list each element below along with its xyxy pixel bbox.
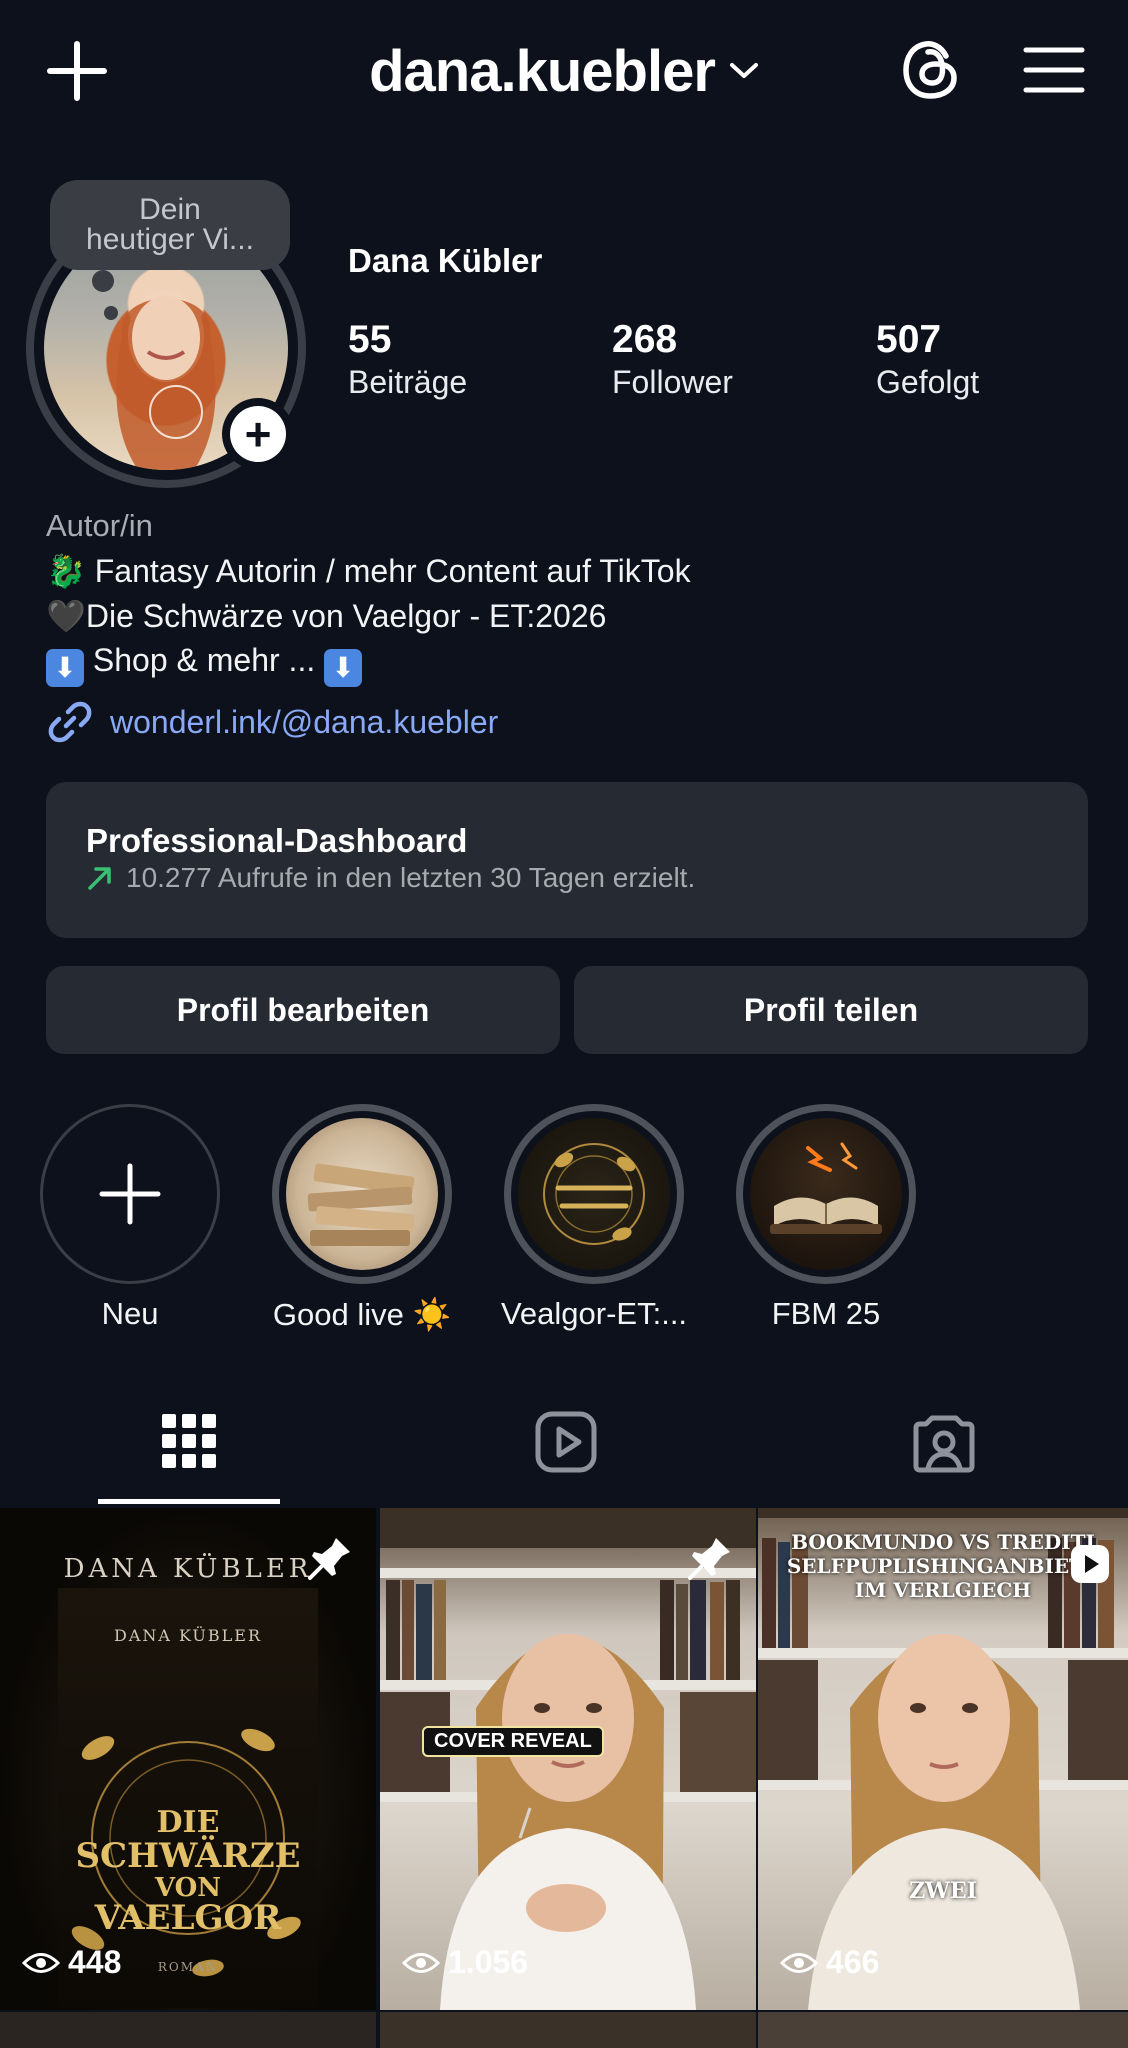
- highlight-cover-books: [286, 1118, 438, 1270]
- tab-posts[interactable]: [158, 1410, 220, 1477]
- dashboard-subtitle-row: 10.277 Aufrufe in den letzten 30 Tagen e…: [86, 862, 695, 894]
- threads-button[interactable]: [896, 34, 968, 106]
- reels-icon: [535, 1411, 597, 1473]
- books-icon: [307, 1163, 415, 1246]
- note-tail-small: [104, 306, 118, 320]
- arrow-down-icon: ⬇: [46, 649, 84, 687]
- book-title-2: SCHWÄRZE: [75, 1836, 301, 1876]
- edit-profile-button[interactable]: Profil bearbeiten: [46, 966, 560, 1054]
- post-views-count: 466: [826, 1944, 880, 1980]
- threads-icon: [903, 41, 957, 99]
- bio-line-2: 🖤Die Schwärze von Vaelgor - ET:2026: [46, 598, 607, 634]
- post-views-count: 448: [68, 1944, 122, 1980]
- highlight-label: FBM 25: [771, 1296, 881, 1331]
- book-cover-icon: [543, 1143, 645, 1245]
- reel-icon: [1071, 1545, 1109, 1583]
- stat-label: Gefolgt: [876, 364, 980, 400]
- post-tile[interactable]: BOOKMUNDO VS TREDITI SELFPUPLISHINGANBIE…: [758, 1508, 1128, 2010]
- book-author-small: DANA KÜBLER: [114, 1626, 262, 1645]
- overlay-label: ZWEI: [909, 1878, 977, 1904]
- professional-dashboard[interactable]: [46, 782, 1088, 938]
- bio-link[interactable]: wonderl.ink/@dana.kuebler: [46, 698, 498, 746]
- display-name: Dana Kübler: [348, 242, 543, 279]
- post-tile-partial[interactable]: [0, 2012, 376, 2048]
- post-views: 466: [780, 1944, 879, 1981]
- profile-category: Autor/in: [46, 508, 153, 543]
- trend-up-icon: [88, 867, 111, 890]
- tagged-icon: [913, 1415, 975, 1473]
- post-views: 1.056: [402, 1944, 528, 1981]
- pin-icon: [308, 1538, 350, 1580]
- post-views-count: 1.056: [448, 1944, 529, 1980]
- pin-icon: [688, 1538, 730, 1580]
- book-title-4: VAELGOR: [94, 1898, 282, 1938]
- grid-icon: [162, 1414, 216, 1468]
- tab-tagged[interactable]: [912, 1410, 976, 1479]
- stat-value: 268: [612, 318, 678, 361]
- bio-line-3: ⬇ Shop & mehr ... ⬇: [46, 642, 363, 687]
- note-bubble[interactable]: Dein heutiger Vi...: [50, 180, 290, 270]
- post-tile-partial[interactable]: [758, 2012, 1128, 2048]
- dashboard-title: Professional-Dashboard: [86, 822, 468, 859]
- username: dana.kuebler: [369, 38, 716, 104]
- video-thumbnail: [380, 1508, 756, 2010]
- stat-value: 55: [348, 318, 392, 361]
- highlight-cover-vaelgor: [518, 1118, 670, 1270]
- note-line-2: heutiger Vi...: [86, 223, 254, 256]
- eye-icon: [780, 1952, 818, 1973]
- stat-posts[interactable]: 55 Beiträge: [348, 318, 467, 402]
- tab-active-indicator: [98, 1499, 280, 1504]
- bio-line-1: 🐉 Fantasy Autorin / mehr Content auf Tik…: [46, 553, 691, 589]
- chevron-down-icon: [729, 63, 758, 78]
- link-icon: [48, 701, 92, 743]
- dashboard-subtitle: 10.277 Aufrufe in den letzten 30 Tagen e…: [126, 862, 696, 893]
- plus-icon: [99, 1163, 161, 1225]
- open-book-icon: [770, 1142, 882, 1234]
- highlight-label: Good live ☀️: [272, 1297, 452, 1332]
- plus-icon: +: [230, 406, 286, 462]
- book-title-1: DIE: [156, 1805, 220, 1840]
- eye-icon: [22, 1952, 60, 1973]
- overlay-label: COVER REVEAL: [422, 1726, 604, 1757]
- bio-line-3-text: Shop & mehr ...: [92, 642, 316, 678]
- note-tail: [92, 270, 114, 292]
- eye-icon: [402, 1952, 440, 1973]
- stat-following[interactable]: 507 Gefolgt: [876, 318, 979, 402]
- menu-button[interactable]: [1022, 40, 1086, 100]
- post-tile[interactable]: COVER REVEAL 1.056: [380, 1508, 756, 2010]
- post-views: 448: [22, 1944, 121, 1981]
- menu-icon: [1023, 47, 1085, 93]
- stat-followers[interactable]: 268 Follower: [612, 318, 733, 402]
- note-line-1: Dein: [139, 193, 201, 226]
- stat-value: 507: [876, 318, 942, 361]
- highlight-cover-book: [750, 1118, 902, 1270]
- post-tile-partial[interactable]: [380, 2012, 756, 2048]
- bio-link-text: wonderl.ink/@dana.kuebler: [110, 703, 499, 740]
- stat-label: Beiträge: [348, 364, 468, 400]
- post-tile[interactable]: DANA KÜBLER DANA KÜBLER DIE SCHWÄRZE VON…: [0, 1508, 376, 2010]
- highlight-label: Neu: [101, 1296, 159, 1331]
- tab-reels[interactable]: [534, 1410, 598, 1479]
- arrow-down-icon: ⬇: [324, 649, 363, 687]
- share-profile-button[interactable]: Profil teilen: [574, 966, 1088, 1054]
- highlight-label: Vealgor-ET:...: [500, 1296, 688, 1331]
- stat-label: Follower: [612, 364, 733, 400]
